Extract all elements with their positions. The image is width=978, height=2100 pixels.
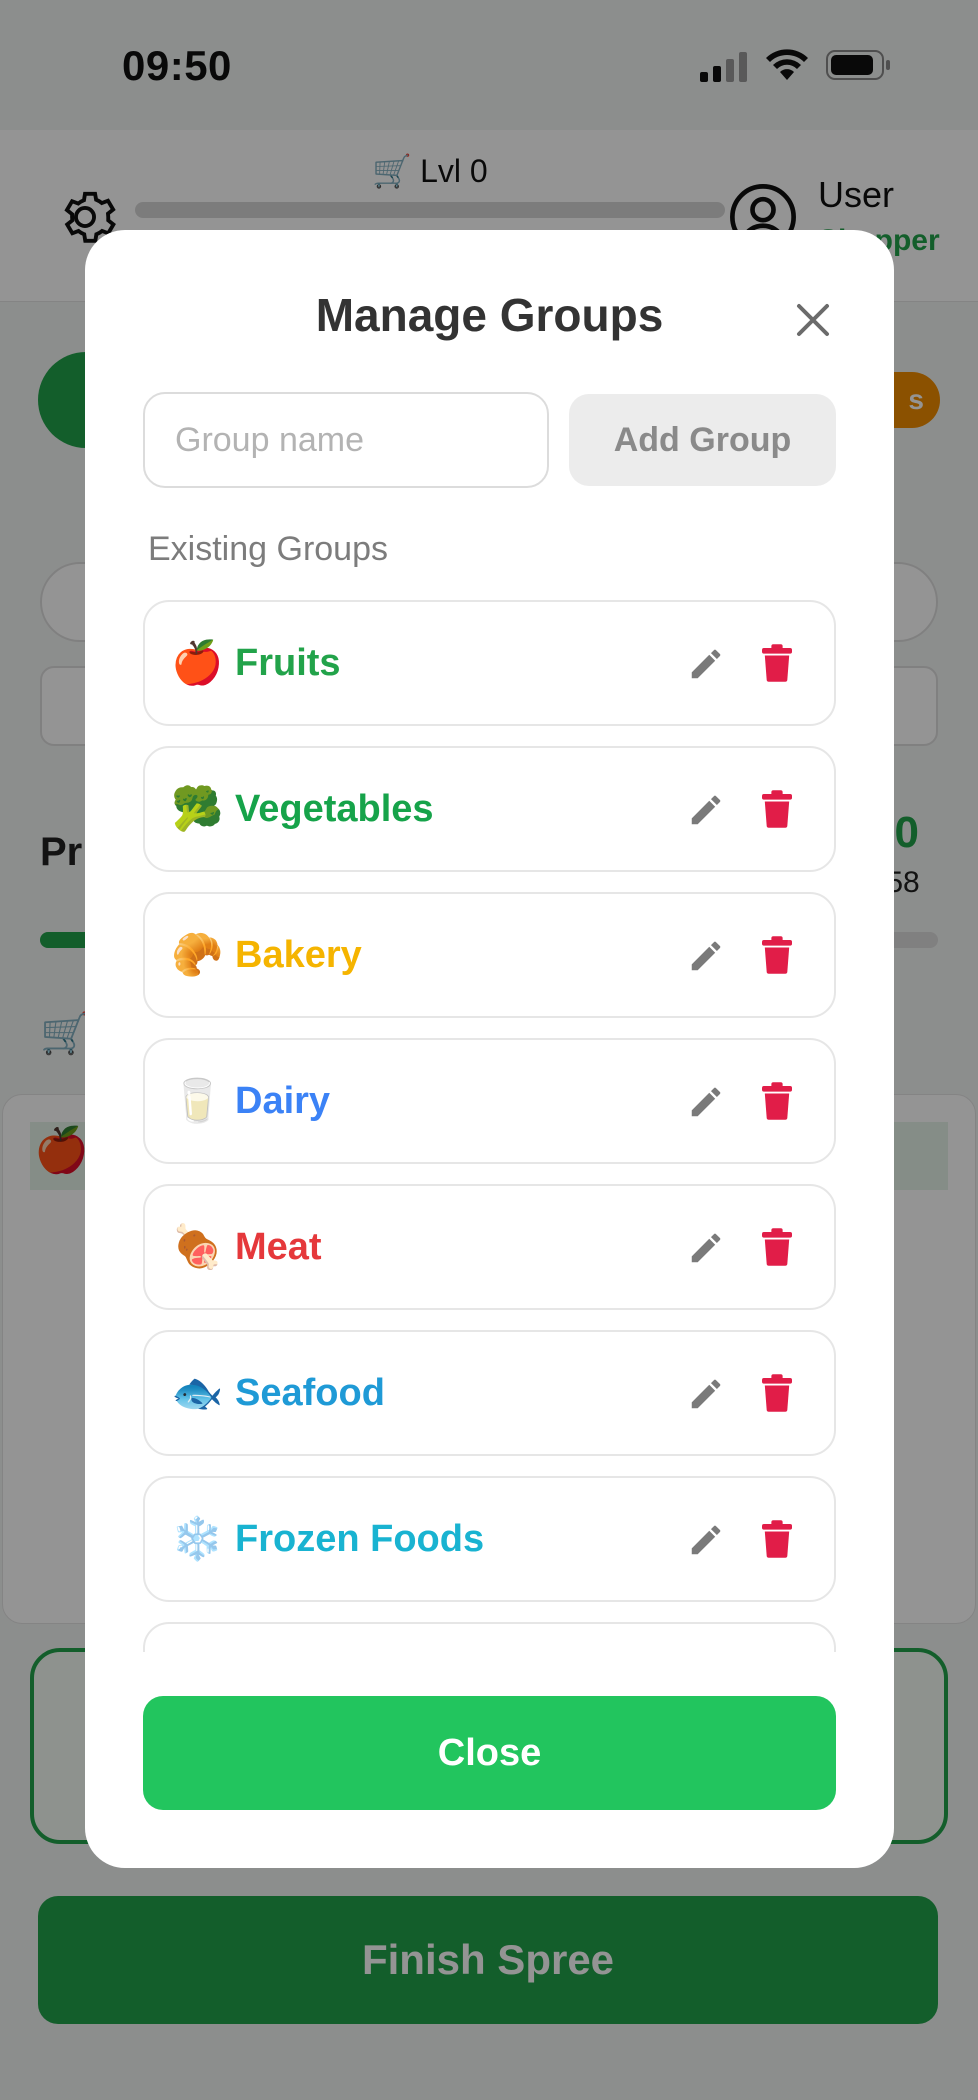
group-emoji-icon: 🥐 [171, 931, 224, 978]
modal-title: Manage Groups [315, 289, 664, 341]
pencil-icon[interactable] [687, 645, 725, 683]
pencil-icon[interactable] [687, 937, 725, 975]
trash-icon[interactable] [762, 936, 792, 974]
group-row[interactable]: ❄️ Frozen Foods [143, 1476, 836, 1602]
group-emoji-icon: 🥦 [171, 785, 224, 832]
trash-icon[interactable] [762, 1228, 792, 1266]
group-name-label: Bakery [235, 933, 362, 976]
manage-groups-modal: Manage Groups Add Group Existing Groups … [85, 230, 894, 1868]
group-row[interactable]: 🍖 Meat [143, 1184, 836, 1310]
group-row[interactable]: 🐟 Seafood [143, 1330, 836, 1456]
trash-icon[interactable] [762, 1374, 792, 1412]
trash-icon[interactable] [762, 1520, 792, 1558]
close-button[interactable]: Close [143, 1696, 836, 1810]
group-row[interactable] [143, 1622, 836, 1652]
trash-icon[interactable] [762, 1082, 792, 1120]
group-name-label: Meat [235, 1225, 322, 1268]
existing-groups-label: Existing Groups [148, 530, 388, 568]
groups-list[interactable]: 🍎 Fruits 🥦 Vegetables 🥐 Bakery 🥛 Dairy 🍖 Meat 🐟 Sea… [143, 600, 836, 1652]
pencil-icon[interactable] [687, 1083, 725, 1121]
add-group-button[interactable]: Add Group [569, 394, 836, 486]
trash-icon[interactable] [762, 790, 792, 828]
group-row[interactable]: 🥛 Dairy [143, 1038, 836, 1164]
group-emoji-icon: ❄️ [171, 1515, 224, 1562]
group-emoji-icon: 🍎 [171, 639, 224, 686]
trash-icon[interactable] [762, 644, 792, 682]
group-row[interactable]: 🥐 Bakery [143, 892, 836, 1018]
close-icon[interactable] [785, 292, 841, 348]
group-name-input[interactable] [143, 392, 549, 488]
group-name-label: Seafood [235, 1371, 385, 1414]
group-row[interactable]: 🍎 Fruits [143, 600, 836, 726]
group-name-label: Dairy [235, 1079, 331, 1122]
group-emoji-icon: 🍖 [171, 1223, 224, 1270]
group-emoji-icon: 🐟 [171, 1369, 224, 1416]
group-name-label: Fruits [235, 641, 341, 684]
pencil-icon[interactable] [687, 1521, 725, 1559]
pencil-icon[interactable] [687, 1229, 725, 1267]
group-name-label: Frozen Foods [235, 1517, 485, 1560]
group-name-label: Vegetables [235, 787, 434, 830]
pencil-icon[interactable] [687, 1375, 725, 1413]
pencil-icon[interactable] [687, 791, 725, 829]
group-emoji-icon: 🥛 [171, 1077, 224, 1124]
group-row[interactable]: 🥦 Vegetables [143, 746, 836, 872]
